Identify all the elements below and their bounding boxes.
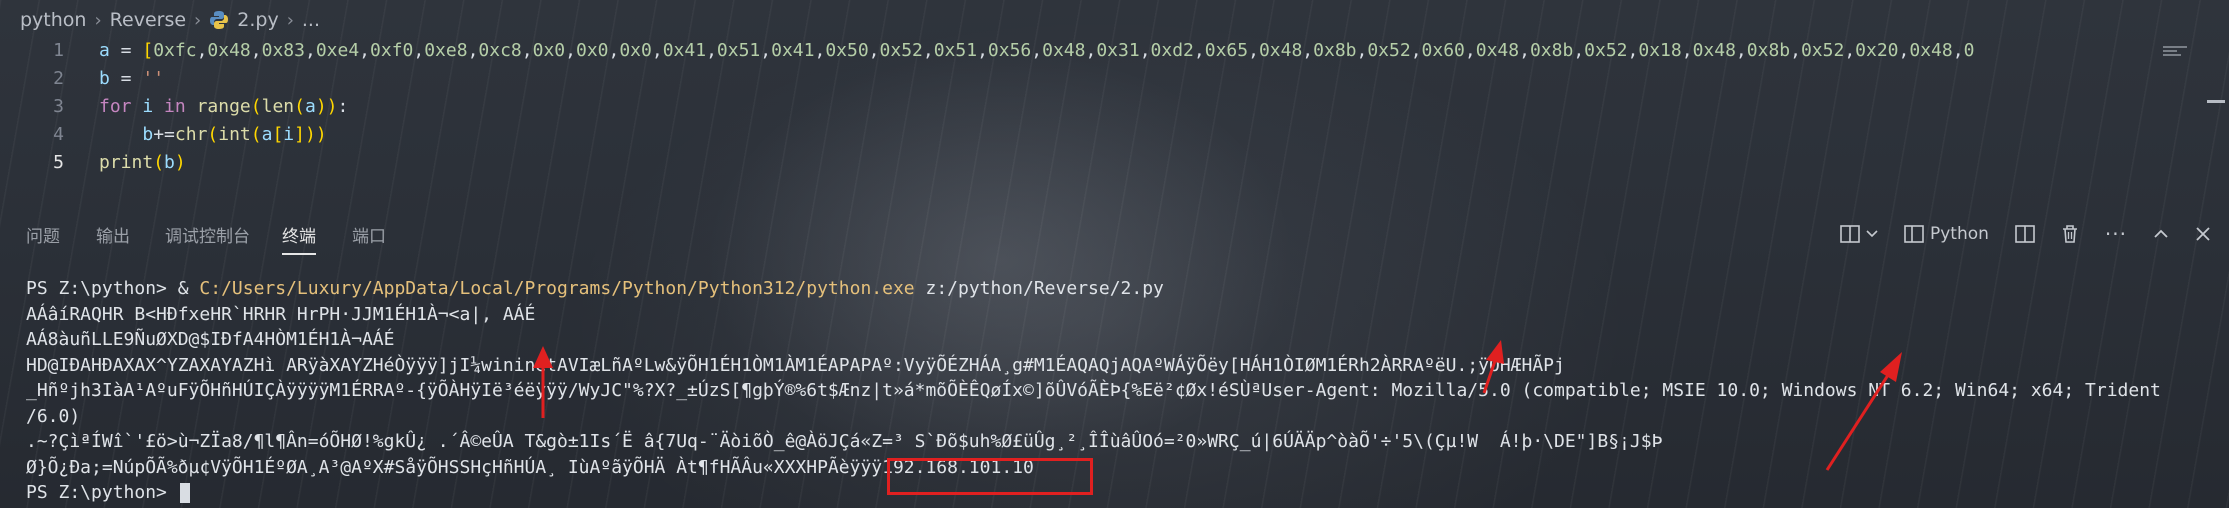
arrowhead	[533, 346, 553, 368]
arrow-annotation	[1825, 371, 1892, 471]
arrowhead	[1880, 352, 1902, 382]
arrowhead	[1486, 340, 1504, 364]
annotation-arrows	[533, 340, 1902, 471]
